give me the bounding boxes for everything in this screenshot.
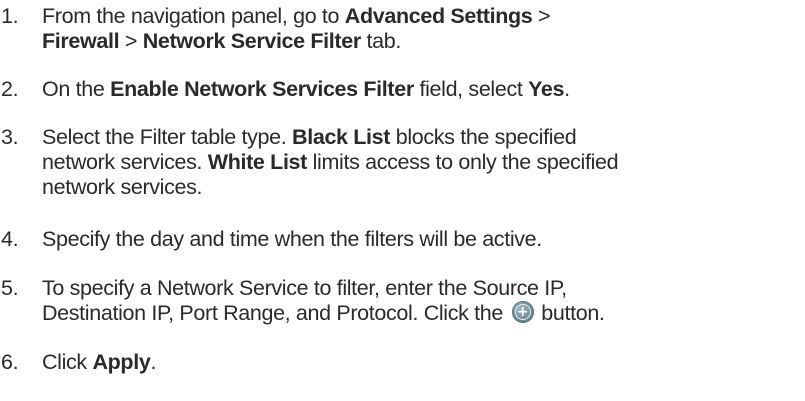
option-yes: Yes [528,77,565,101]
step-line: From the navigation panel, go to Advance… [42,4,551,28]
step-text: Select the Filter table type. Black List… [42,125,802,200]
step-number: 2. [1,77,19,101]
step-line: Click Apply. [42,350,157,374]
step-line: Select the Filter table type. Black List… [42,125,577,149]
step-number: 3. [1,125,19,149]
step-number: 5. [1,276,19,300]
step-line: Firewall > Network Service Filter tab. [42,29,401,53]
field-name: Enable Network Services Filter [110,77,414,101]
step-text: To specify a Network Service to filter, … [42,276,802,326]
step-line: Destination IP, Port Range, and Protocol… [42,301,802,326]
step-text: Specify the day and time when the filter… [42,227,802,252]
step-line: Specify the day and time when the filter… [42,227,542,251]
menu-path-network-service-filter: Network Service Filter [142,29,362,53]
step-line: network services. [42,175,203,199]
add-circle-icon [511,301,534,323]
step-number: 1. [1,4,19,28]
step-line: On the Enable Network Services Filter fi… [42,77,570,101]
option-white-list: White List [207,150,308,174]
menu-path-firewall: Firewall [42,29,120,53]
step-text: Click Apply. [42,350,802,375]
step-number: 4. [1,227,19,251]
step-line: To specify a Network Service to filter, … [42,276,567,300]
step-line: network services. White List limits acce… [42,150,619,174]
step-text: From the navigation panel, go to Advance… [42,4,802,54]
option-black-list: Black List [292,125,391,149]
apply-label: Apply [92,350,151,374]
menu-path-advanced-settings: Advanced Settings [344,4,533,28]
step-number: 6. [1,350,19,374]
step-text: On the Enable Network Services Filter fi… [42,77,802,102]
